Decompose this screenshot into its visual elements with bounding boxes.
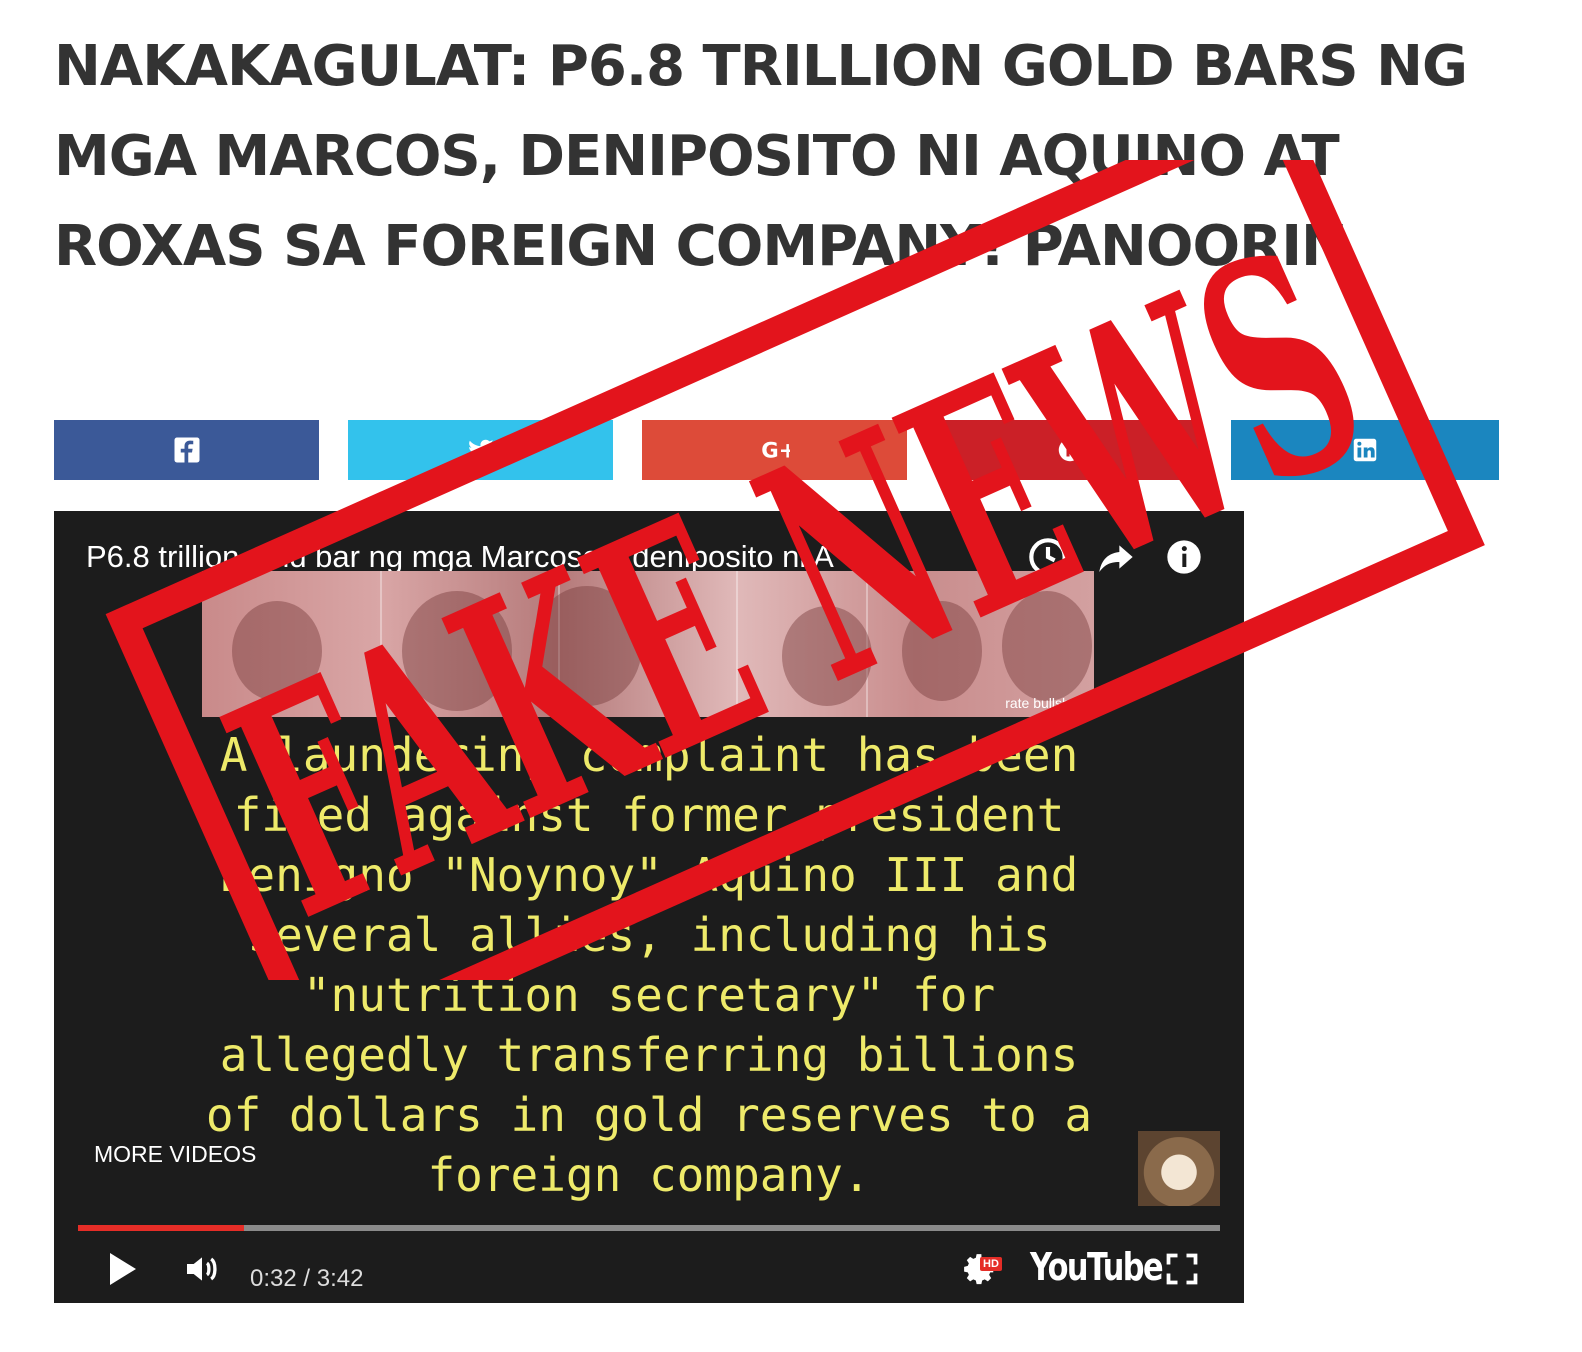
article-title: NAKAKAGULAT: P6.8 TRILLION GOLD BARS NG … [54, 34, 1468, 279]
video-overlay-text: A laundering complaint has been filed ag… [205, 728, 1093, 1202]
photo-caption: rate bullsh*t." [1005, 695, 1088, 711]
linkedin-icon [1353, 438, 1377, 462]
share-icon[interactable] [1096, 537, 1136, 577]
play-icon[interactable] [108, 1251, 138, 1287]
linkedin-share-button[interactable] [1231, 420, 1499, 480]
progress-bar[interactable] [78, 1225, 1220, 1231]
share-bar: G+ P [54, 420, 1499, 480]
pinterest-share-button[interactable]: P [937, 420, 1202, 480]
info-icon[interactable] [1164, 537, 1204, 577]
google-plus-share-button[interactable]: G+ [642, 420, 907, 480]
hd-badge: HD [980, 1257, 1002, 1271]
fullscreen-icon[interactable] [1164, 1251, 1200, 1287]
pinterest-icon: P [1058, 438, 1081, 462]
channel-thumbnail[interactable] [1138, 1131, 1220, 1206]
google-plus-icon: G+ [761, 439, 790, 464]
facebook-icon [174, 437, 199, 463]
progress-bar-fill [78, 1225, 244, 1231]
video-title[interactable]: P6.8 trillion gold bar ng mga Marcoses, … [86, 539, 834, 575]
youtube-logo[interactable]: YouTube [1030, 1245, 1164, 1289]
twitter-share-button[interactable] [348, 420, 613, 480]
svg-text:G+: G+ [761, 439, 790, 464]
video-controls: 0:32 / 3:42 HD YouTube [54, 1235, 1244, 1303]
facebook-share-button[interactable] [54, 420, 319, 480]
video-player[interactable]: P6.8 trillion gold bar ng mga Marcoses, … [54, 511, 1244, 1303]
svg-text:P: P [1065, 441, 1077, 460]
time-display: 0:32 / 3:42 [250, 1265, 364, 1292]
video-photo-strip: rate bullsh*t." [202, 571, 1094, 717]
volume-icon[interactable] [182, 1249, 222, 1289]
more-videos-link[interactable]: MORE VIDEOS [94, 1141, 256, 1168]
twitter-icon [467, 439, 493, 461]
